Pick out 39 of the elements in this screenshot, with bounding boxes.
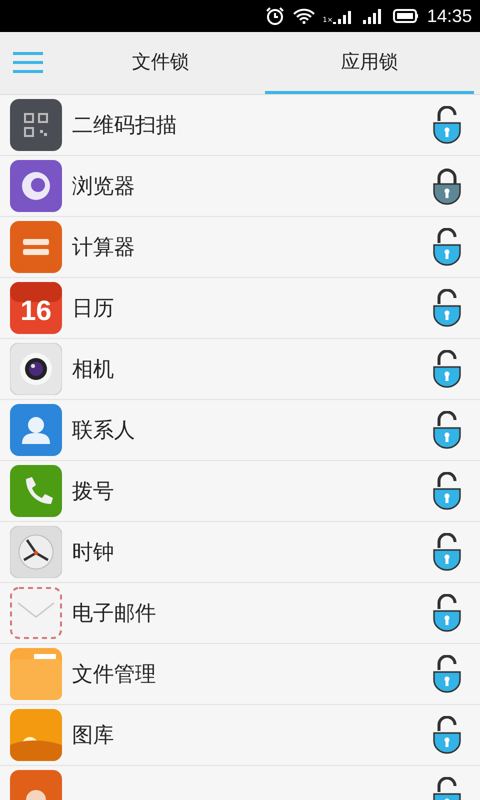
app-name: 时钟	[72, 539, 115, 566]
unlocked-padlock-icon[interactable]	[432, 350, 462, 388]
app-name: 相机	[72, 356, 115, 383]
clock-icon	[10, 526, 62, 578]
app-name: 拨号	[72, 478, 115, 505]
person-icon	[10, 404, 62, 456]
unlocked-padlock-icon[interactable]	[432, 594, 462, 632]
unlocked-padlock-icon[interactable]	[432, 716, 462, 754]
battery-icon	[392, 8, 419, 24]
ring-icon	[10, 160, 62, 212]
unlocked-padlock-icon[interactable]	[432, 106, 462, 144]
app-name: 浏览器	[72, 173, 136, 200]
unlocked-padlock-icon[interactable]	[432, 472, 462, 510]
app-name: 日历	[72, 295, 115, 322]
phone-icon	[10, 465, 62, 517]
locked-padlock-icon[interactable]	[432, 167, 462, 205]
clock-time: 14:35	[426, 6, 472, 26]
sunset-icon	[10, 709, 62, 761]
app-name: 计算器	[72, 234, 136, 261]
calendar-icon: 16	[10, 282, 62, 334]
wifi-icon	[292, 8, 315, 24]
unlocked-padlock-icon[interactable]	[432, 289, 462, 327]
unlocked-padlock-icon[interactable]	[432, 411, 462, 449]
qr-code-icon	[10, 99, 62, 151]
app-name: 二维码扫描	[72, 112, 178, 139]
folder-icon	[10, 648, 62, 700]
unlocked-padlock-icon[interactable]	[432, 533, 462, 571]
equals-sign-icon	[10, 221, 62, 273]
envelope-icon	[10, 587, 62, 639]
tab[interactable]: 文件锁	[56, 32, 265, 94]
unlocked-padlock-icon[interactable]	[432, 228, 462, 266]
alarm-clock-icon	[264, 7, 285, 25]
unlocked-padlock-icon[interactable]	[432, 655, 462, 693]
app-name: 图库	[72, 722, 115, 749]
app-name: 电子邮件	[72, 600, 157, 627]
menu-icon	[13, 52, 43, 74]
app-name: 文件管理	[72, 661, 157, 688]
app-name: 联系人	[72, 417, 136, 444]
camera-lens-icon	[10, 343, 62, 395]
